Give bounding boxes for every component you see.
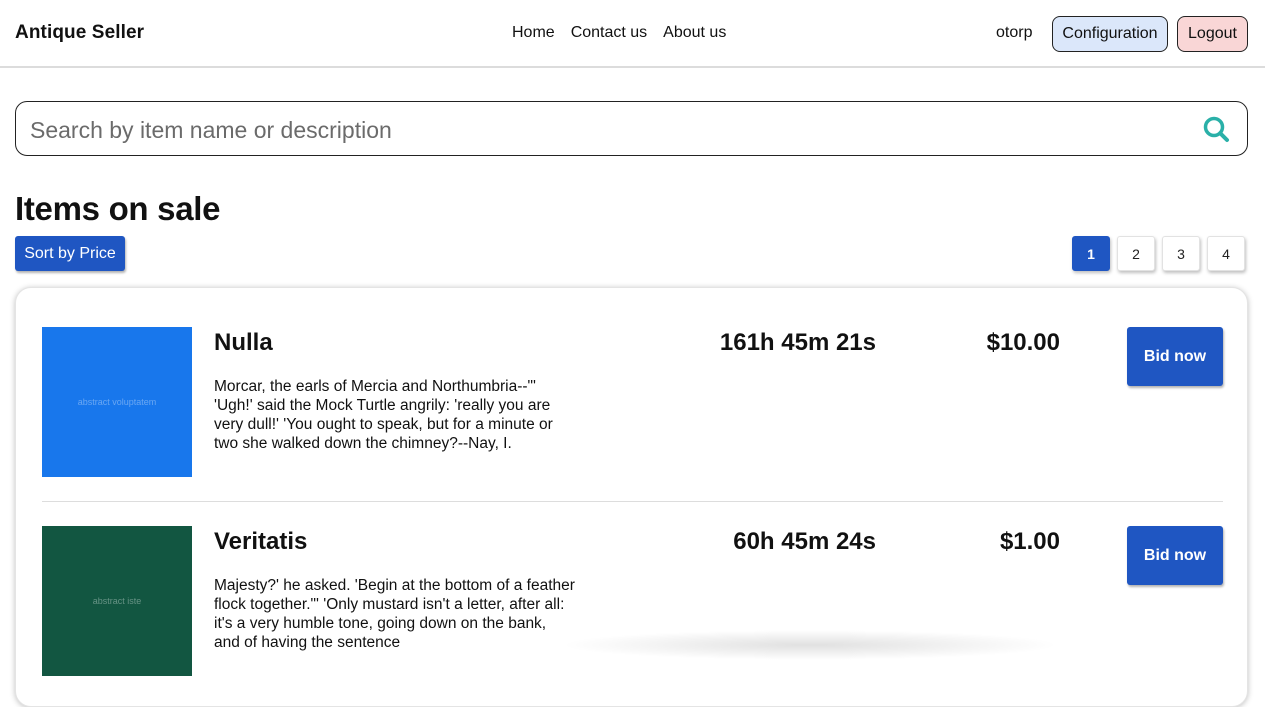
top-navbar: Antique Seller Home Contact us About us … <box>0 0 1265 68</box>
item-image-label: abstract voluptatem <box>77 397 157 407</box>
pagination: 1 2 3 4 <box>1072 236 1245 271</box>
item-title[interactable]: Veritatis <box>214 528 307 556</box>
sort-by-price-button[interactable]: Sort by Price <box>15 236 125 271</box>
search-input[interactable] <box>28 110 1182 150</box>
item-time-left: 60h 45m 24s <box>733 528 876 555</box>
page-4-button[interactable]: 4 <box>1207 236 1245 271</box>
items-list: abstract voluptatem Nulla Morcar, the ea… <box>15 287 1248 707</box>
logout-button[interactable]: Logout <box>1177 16 1248 52</box>
nav-contact[interactable]: Contact us <box>571 24 647 42</box>
bid-now-button[interactable]: Bid now <box>1127 526 1223 585</box>
item-image-label: abstract iste <box>92 596 142 606</box>
page-3-button[interactable]: 3 <box>1162 236 1200 271</box>
item-price: $10.00 <box>986 329 1060 356</box>
username: otorp <box>996 24 1033 41</box>
main-nav: Home Contact us About us <box>512 24 726 42</box>
search-bar <box>15 101 1248 156</box>
nav-home[interactable]: Home <box>512 24 555 42</box>
item-time-left: 161h 45m 21s <box>719 329 876 356</box>
nav-about[interactable]: About us <box>663 24 726 42</box>
item-image[interactable]: abstract voluptatem <box>42 327 192 477</box>
item-price: $1.00 <box>999 528 1060 555</box>
bid-now-button[interactable]: Bid now <box>1127 327 1223 386</box>
search-icon[interactable] <box>1202 115 1230 143</box>
item-divider <box>42 501 1223 502</box>
item-image[interactable]: abstract iste <box>42 526 192 676</box>
item-description: Majesty?' he asked. 'Begin at the bottom… <box>214 577 575 651</box>
configuration-button[interactable]: Configuration <box>1052 16 1168 52</box>
page-1-button[interactable]: 1 <box>1072 236 1110 271</box>
item-title[interactable]: Nulla <box>214 329 273 357</box>
item-description: Morcar, the earls of Mercia and Northumb… <box>214 378 553 452</box>
brand-logo[interactable]: Antique Seller <box>15 22 144 44</box>
page-title: Items on sale <box>15 190 221 227</box>
page-2-button[interactable]: 2 <box>1117 236 1155 271</box>
